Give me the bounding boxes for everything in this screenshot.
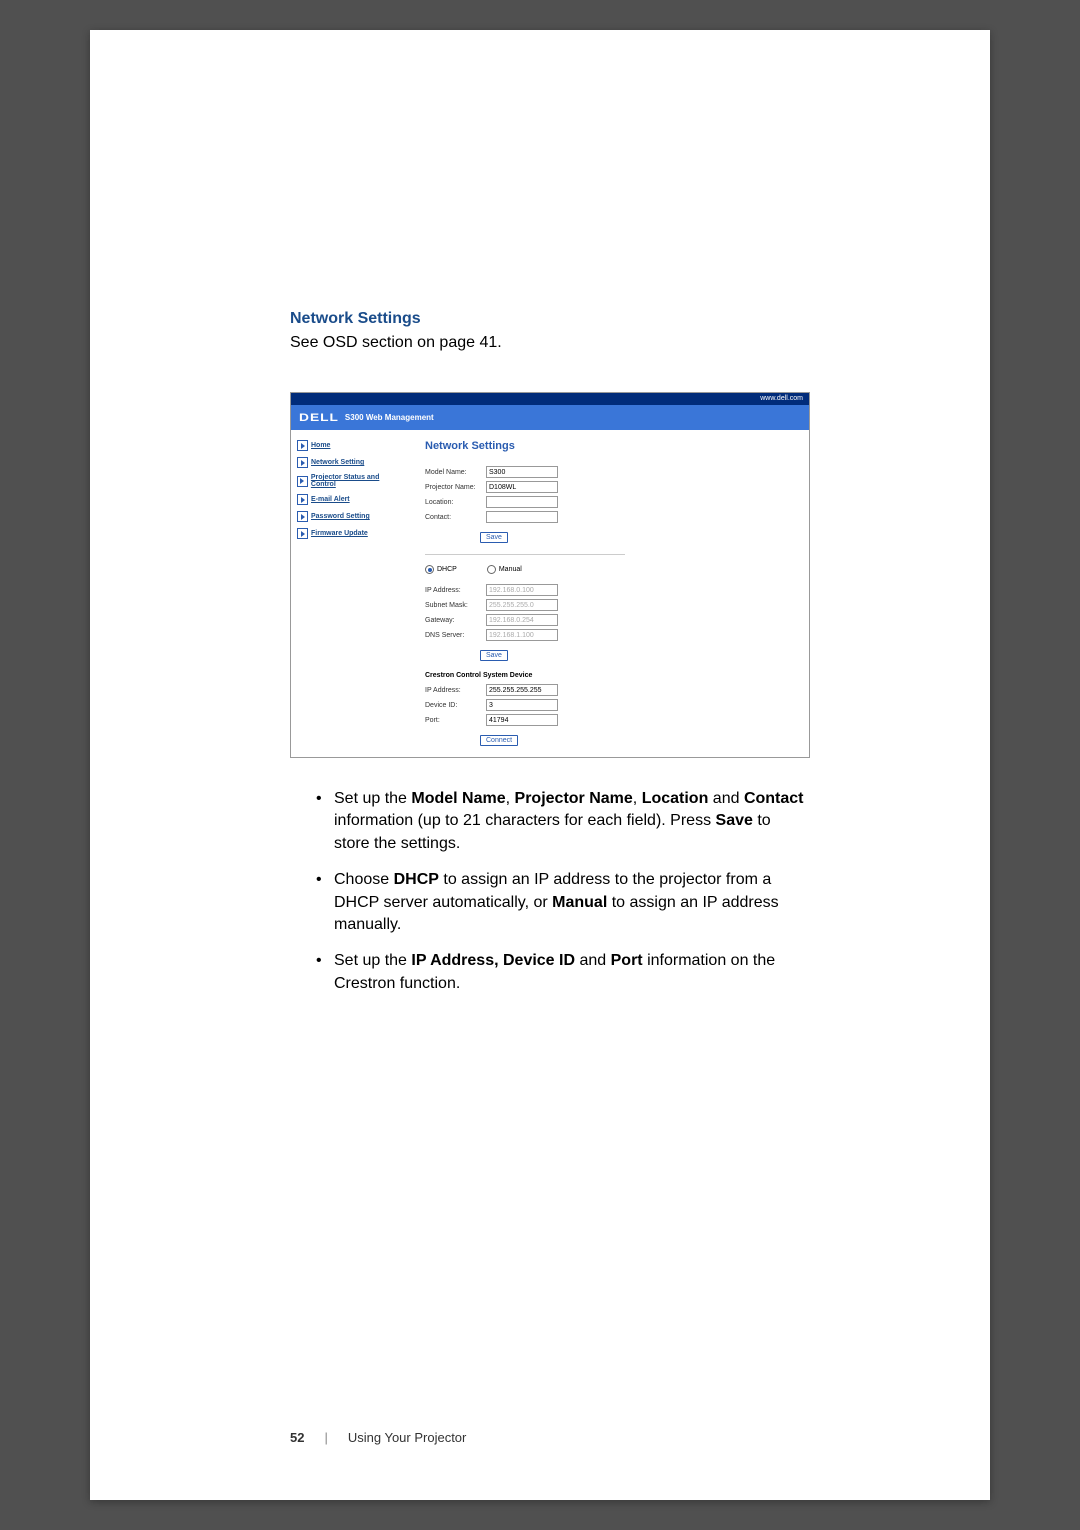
page-footer: 52 | Using Your Projector: [290, 1430, 466, 1445]
contact-label: Contact:: [425, 514, 480, 521]
dhcp-radio[interactable]: DHCP: [425, 565, 457, 574]
crestron-device-input[interactable]: [486, 699, 558, 711]
ip-address-label: IP Address:: [425, 587, 480, 594]
subnet-label: Subnet Mask:: [425, 602, 480, 609]
dell-logo: DELL: [299, 412, 339, 424]
location-input[interactable]: [486, 496, 558, 508]
bullet-2: Choose DHCP to assign an IP address to t…: [320, 869, 810, 936]
web-management-screenshot: www.dell.com DELL S300 Web Management Ho…: [290, 392, 810, 758]
dhcp-label: DHCP: [437, 566, 457, 573]
gateway-label: Gateway:: [425, 617, 480, 624]
section-heading: Network Settings: [290, 310, 810, 328]
title-bar: DELL S300 Web Management: [291, 405, 809, 430]
sidebar-item-email[interactable]: E-mail Alert: [297, 494, 405, 505]
save-button-2[interactable]: Save: [480, 650, 508, 661]
crestron-device-label: Device ID:: [425, 702, 480, 709]
bullet-3: Set up the IP Address, Device ID and Por…: [320, 950, 810, 995]
divider: [425, 554, 625, 555]
main-panel: Network Settings Model Name: Projector N…: [411, 430, 809, 757]
sidebar-link: Home: [311, 442, 330, 449]
crestron-ip-input[interactable]: [486, 684, 558, 696]
crestron-ip-label: IP Address:: [425, 687, 480, 694]
play-icon: [297, 476, 308, 487]
model-name-input[interactable]: [486, 466, 558, 478]
sidebar-link: Network Setting: [311, 459, 364, 466]
play-icon: [297, 528, 308, 539]
titlebar-text: S300 Web Management: [345, 413, 434, 422]
subnet-input[interactable]: [486, 599, 558, 611]
connect-button[interactable]: Connect: [480, 735, 518, 746]
crestron-heading: Crestron Control System Device: [425, 672, 795, 679]
crestron-port-label: Port:: [425, 717, 480, 724]
play-icon: [297, 494, 308, 505]
sidebar-link: Password Setting: [311, 513, 370, 520]
page-number: 52: [290, 1430, 304, 1445]
dns-label: DNS Server:: [425, 632, 480, 639]
panel-heading: Network Settings: [425, 440, 795, 452]
bullet-1: Set up the Model Name, Projector Name, L…: [320, 788, 810, 855]
play-icon: [297, 457, 308, 468]
intro-text: See OSD section on page 41.: [290, 334, 810, 352]
radio-icon: [425, 565, 434, 574]
bullet-list: Set up the Model Name, Projector Name, L…: [290, 788, 810, 995]
sidebar-item-network[interactable]: Network Setting: [297, 457, 405, 468]
play-icon: [297, 511, 308, 522]
ip-address-input[interactable]: [486, 584, 558, 596]
sidebar-link: E-mail Alert: [311, 496, 350, 503]
crestron-port-input[interactable]: [486, 714, 558, 726]
sidebar-item-status[interactable]: Projector Status and Control: [297, 474, 405, 488]
footer-separator: |: [324, 1430, 327, 1445]
projector-name-input[interactable]: [486, 481, 558, 493]
manual-radio[interactable]: Manual: [487, 565, 522, 574]
location-label: Location:: [425, 499, 480, 506]
model-name-label: Model Name:: [425, 469, 480, 476]
save-button[interactable]: Save: [480, 532, 508, 543]
contact-input[interactable]: [486, 511, 558, 523]
projector-name-label: Projector Name:: [425, 484, 480, 491]
manual-label: Manual: [499, 566, 522, 573]
dns-input[interactable]: [486, 629, 558, 641]
sidebar-link: Firmware Update: [311, 530, 368, 537]
sidebar-item-password[interactable]: Password Setting: [297, 511, 405, 522]
radio-icon: [487, 565, 496, 574]
document-page: Network Settings See OSD section on page…: [90, 30, 990, 1500]
sidebar-item-home[interactable]: Home: [297, 440, 405, 451]
top-url-bar: www.dell.com: [291, 393, 809, 405]
gateway-input[interactable]: [486, 614, 558, 626]
sidebar: Home Network Setting Projector Status an…: [291, 430, 411, 757]
sidebar-item-firmware[interactable]: Firmware Update: [297, 528, 405, 539]
play-icon: [297, 440, 308, 451]
footer-section: Using Your Projector: [348, 1430, 467, 1445]
sidebar-link: Projector Status and Control: [311, 474, 405, 488]
